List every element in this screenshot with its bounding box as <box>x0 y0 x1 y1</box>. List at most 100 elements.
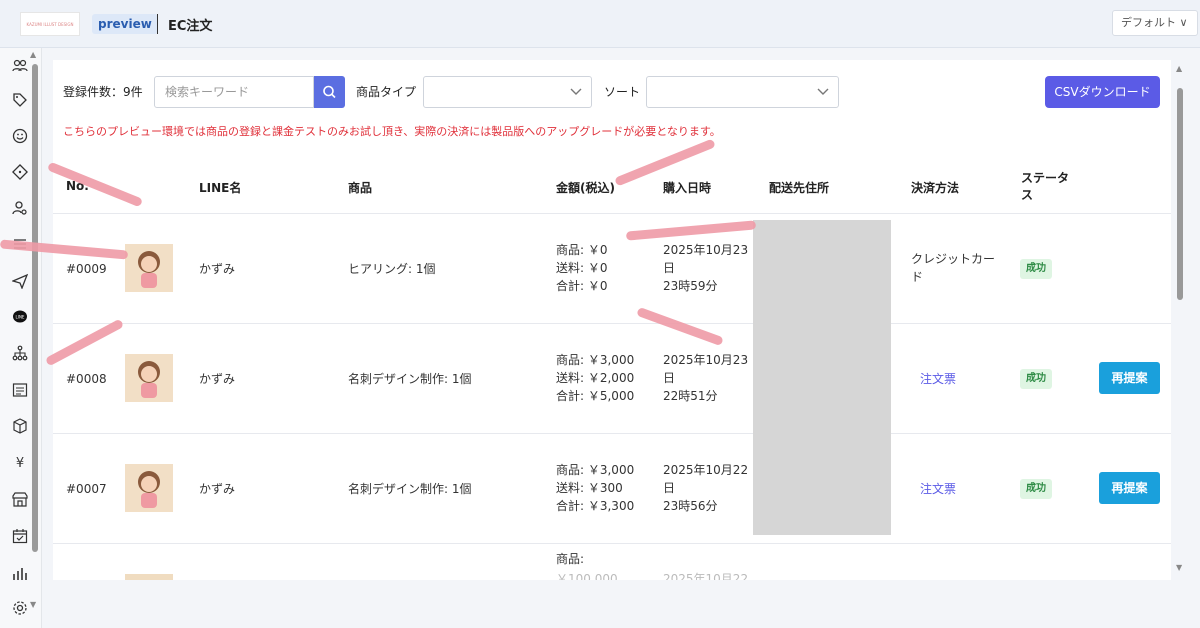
scroll-up-icon[interactable]: ▲ <box>1176 64 1182 73</box>
repropose-button[interactable]: 再提案 <box>1099 362 1160 394</box>
search-input[interactable] <box>154 76 314 108</box>
repropose-button[interactable]: 再提案 <box>1099 472 1160 504</box>
purchase-date: 2025年10月22 日 23時56分 <box>663 461 748 515</box>
sidebar-scroll-up-icon[interactable]: ▲ <box>30 50 36 59</box>
table-row[interactable]: 商品: ￥100,000 2025年10月22 <box>53 544 1171 580</box>
amount-total: 合計: ￥3,300 <box>556 499 635 513</box>
record-count: 登録件数：9件 <box>63 85 143 99</box>
purchase-date-line1: 2025年10月23 <box>663 243 749 257</box>
purchase-date-line3: 23時56分 <box>663 499 718 513</box>
amount-total: 合計: ￥5,000 <box>556 389 635 403</box>
status-badge: 成功 <box>1020 259 1052 279</box>
amount-partial: ￥100,000 <box>556 572 618 580</box>
order-number: #0007 <box>66 482 107 496</box>
purchase-date-line3: 22時51分 <box>663 389 718 403</box>
avatar <box>125 574 173 580</box>
calendar-check-icon[interactable] <box>11 528 29 546</box>
payment-method: クレジットカー ド <box>911 250 995 286</box>
yen-icon[interactable]: ¥ <box>11 455 29 473</box>
avatar <box>125 464 173 512</box>
top-bar: KAZUMI ILLUST DESIGN preview EC注文 デフォルト … <box>0 0 1200 48</box>
search-button[interactable] <box>314 76 345 108</box>
col-status-line2: ス <box>1021 188 1034 202</box>
org-chart-icon[interactable] <box>11 345 29 363</box>
line-name: かずみ <box>199 482 236 496</box>
page-title: EC注文 <box>168 19 213 34</box>
sidebar-scroll-down-icon[interactable]: ▼ <box>30 600 36 609</box>
user-settings-icon[interactable] <box>11 200 29 218</box>
table-row[interactable]: #0008 かずみ 名刺デザイン制作: 1個 商品: ￥3,000 送料: ￥2… <box>53 324 1171 434</box>
csv-download-button[interactable]: CSVダウンロード <box>1045 76 1160 108</box>
col-line-name[interactable]: LINE名 <box>199 179 241 196</box>
col-payment[interactable]: 決済方法 <box>911 179 959 196</box>
redacted-address <box>753 220 891 535</box>
col-product[interactable]: 商品 <box>348 179 372 196</box>
amount-product: 商品: ￥3,000 <box>556 463 635 477</box>
avatar <box>125 354 173 402</box>
purchase-date-line2: 日 <box>663 371 676 385</box>
line-name: かずみ <box>199 372 236 386</box>
users-icon[interactable] <box>11 58 29 76</box>
amount-total: 合計: ￥0 <box>556 279 608 293</box>
logo-text: KAZUMI ILLUST DESIGN <box>26 22 74 27</box>
send-icon[interactable] <box>11 273 29 291</box>
col-amount[interactable]: 金額(税込) <box>556 179 615 196</box>
status-badge: 成功 <box>1020 369 1052 389</box>
settings-icon[interactable] <box>11 600 29 618</box>
purchase-date-partial: 2025年10月22 <box>663 572 749 580</box>
col-status-line1: ステータ <box>1021 171 1070 185</box>
payment-method-line1: クレジットカー <box>911 252 996 266</box>
scroll-down-icon[interactable]: ▼ <box>1176 563 1182 572</box>
amount-shipping: 送料: ￥0 <box>556 261 608 275</box>
amount-shipping: 送料: ￥2,000 <box>556 371 635 385</box>
amount-shipping: 送料: ￥300 <box>556 481 623 495</box>
invoice-link[interactable]: 注文票 <box>920 480 956 497</box>
table-row[interactable]: #0007 かずみ 名刺デザイン制作: 1個 商品: ￥3,000 送料: ￥3… <box>53 434 1171 544</box>
col-purchase-date[interactable]: 購入日時 <box>663 179 711 196</box>
chevron-down-icon <box>817 88 829 95</box>
coupon-icon[interactable] <box>11 164 29 182</box>
sidebar: ▲ LINE ¥ ▼ <box>0 48 42 628</box>
sidebar-scrollbar[interactable] <box>32 64 38 552</box>
product-name: ヒアリング: 1個 <box>348 262 436 276</box>
amount-breakdown: 商品: ￥3,000 送料: ￥2,000 合計: ￥5,000 <box>556 351 634 405</box>
smile-icon[interactable] <box>11 128 29 146</box>
amount-product: 商品: ￥0 <box>556 243 608 257</box>
chevron-down-icon <box>570 88 582 95</box>
svg-text:LINE: LINE <box>16 315 25 320</box>
product-name: 名刺デザイン制作: 1個 <box>348 482 472 496</box>
store-icon[interactable] <box>11 491 29 509</box>
amount-product: 商品: <box>556 552 585 566</box>
amount-breakdown: 商品: ￥3,000 送料: ￥300 合計: ￥3,300 <box>556 461 634 515</box>
search-icon <box>323 85 336 99</box>
title-divider <box>157 14 158 34</box>
box-icon[interactable] <box>11 418 29 436</box>
payment-method-line2: ド <box>911 270 924 284</box>
col-address[interactable]: 配送先住所 <box>769 179 829 196</box>
amount-product: 商品: ￥3,000 <box>556 353 635 367</box>
orders-panel: 登録件数：9件 商品タイプ ソート CSVダウンロード こちらのプレビュー環境で… <box>53 60 1171 580</box>
invoice-link[interactable]: 注文票 <box>920 370 956 387</box>
sort-label: ソート <box>604 85 641 99</box>
list-icon[interactable] <box>11 382 29 400</box>
bar-chart-icon[interactable] <box>11 565 29 583</box>
purchase-date-line1: 2025年10月23 <box>663 353 749 367</box>
purchase-date-line2: 日 <box>663 261 676 275</box>
col-status[interactable]: ステータ ス <box>1021 169 1069 203</box>
tag-icon[interactable] <box>11 92 29 110</box>
main-scrollbar[interactable] <box>1177 88 1183 300</box>
avatar <box>125 244 173 292</box>
purchase-date-line2: 日 <box>663 481 676 495</box>
table-row[interactable]: #0009 かずみ ヒアリング: 1個 商品: ￥0 送料: ￥0 合計: ￥0… <box>53 214 1171 324</box>
line-icon[interactable]: LINE <box>11 309 29 327</box>
product-name: 名刺デザイン制作: 1個 <box>348 372 472 386</box>
purchase-date: 2025年10月23 日 23時59分 <box>663 241 748 295</box>
line-name: かずみ <box>199 262 236 276</box>
purchase-date-line3: 23時59分 <box>663 279 718 293</box>
amount-breakdown: 商品: ￥0 送料: ￥0 合計: ￥0 <box>556 241 608 295</box>
sort-select[interactable] <box>646 76 839 108</box>
brand-logo[interactable]: KAZUMI ILLUST DESIGN <box>20 12 80 36</box>
view-select[interactable]: デフォルト ∨ <box>1112 10 1198 36</box>
status-badge: 成功 <box>1020 479 1052 499</box>
product-type-select[interactable] <box>423 76 592 108</box>
